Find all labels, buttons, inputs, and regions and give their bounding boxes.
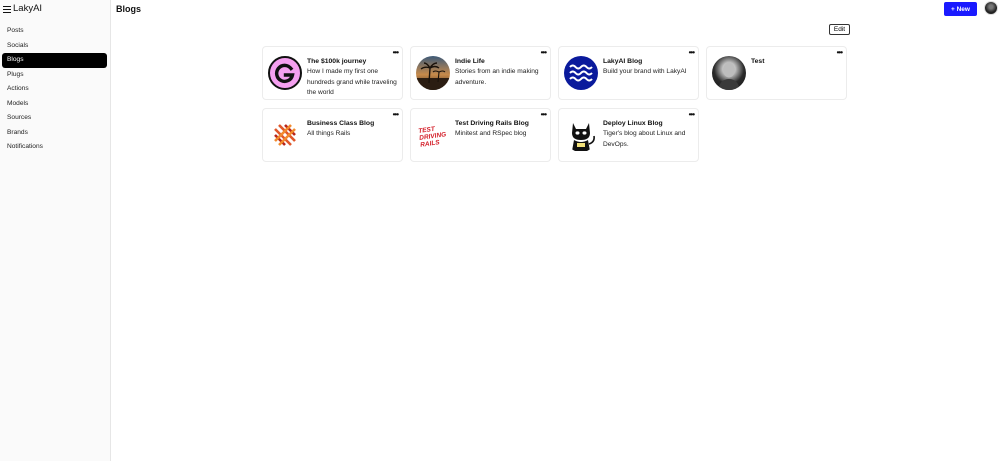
more-options-icon[interactable]: ••• [689,49,695,57]
app-name: LakyAI [13,3,43,14]
blog-title: Test Driving Rails Blog [455,120,529,127]
palm-sunset-photo-icon [416,56,450,90]
more-options-icon[interactable]: ••• [393,49,399,57]
blog-title: Deploy Linux Blog [603,120,663,127]
blog-title: The $100k journey [307,58,367,65]
sidebar-item-plugs[interactable]: Plugs [2,68,107,83]
blog-card[interactable]: Test ••• [706,46,847,100]
cat-mascot-logo-icon [564,118,598,152]
sidebar-item-models[interactable]: Models [2,97,107,112]
blog-title: LakyAI Blog [603,58,643,65]
blog-card[interactable]: TEST DRIVING RAILS Test Driving Rails Bl… [410,108,551,162]
letter-g-logo-icon [268,56,302,90]
more-options-icon[interactable]: ••• [541,111,547,119]
svg-text:RAILS: RAILS [420,139,441,149]
rails-stripes-logo-icon [268,118,302,152]
sidebar-item-blogs[interactable]: Blogs [2,53,107,68]
blog-card[interactable]: Business Class Blog All things Rails ••• [262,108,403,162]
sidebar-item-brands[interactable]: Brands [2,126,107,141]
sidebar-item-socials[interactable]: Socials [2,39,107,54]
edit-button[interactable]: Edit [829,24,850,35]
page-title: Blogs [116,4,142,14]
blog-title: Business Class Blog [307,120,375,127]
person-photo-icon [712,56,746,90]
blog-card[interactable]: Deploy Linux Blog Tiger's blog about Lin… [558,108,699,162]
blog-card[interactable]: The $100k journey How I made my first on… [262,46,403,100]
blog-card[interactable]: Indie Life Stories from an indie making … [410,46,551,100]
waves-logo-icon [564,56,598,90]
menu-icon[interactable] [3,5,11,13]
blog-description: All things Rails [307,130,351,137]
more-options-icon[interactable]: ••• [541,49,547,57]
app-brand[interactable]: LakyAI [3,3,42,15]
blog-title: Test [751,58,765,65]
blog-description: How I made my first one hundreds grand w… [307,68,397,97]
sidebar-item-posts[interactable]: Posts [2,24,107,39]
sidebar: LakyAI Posts Socials Blogs Plugs Actions… [0,0,111,461]
user-avatar[interactable] [984,1,998,15]
more-options-icon[interactable]: ••• [837,49,843,57]
sidebar-item-actions[interactable]: Actions [2,82,107,97]
blog-card[interactable]: LakyAI Blog Build your brand with LakyAI… [558,46,699,100]
sidebar-item-sources[interactable]: Sources [2,111,107,126]
blog-description: Minitest and RSpec blog [455,130,527,137]
blog-description: Stories from an indie making adventure. [455,68,539,86]
blog-title: Indie Life [455,58,485,65]
test-driving-rails-logo-icon: TEST DRIVING RAILS [416,118,450,152]
more-options-icon[interactable]: ••• [689,111,695,119]
sidebar-nav: Posts Socials Blogs Plugs Actions Models… [2,24,107,155]
new-blog-button[interactable]: + New [944,2,977,16]
blog-description: Build your brand with LakyAI [603,68,687,75]
blog-description: Tiger's blog about Linux and DevOps. [603,130,686,148]
sidebar-item-notifications[interactable]: Notifications [2,140,107,155]
more-options-icon[interactable]: ••• [393,111,399,119]
blog-grid: The $100k journey How I made my first on… [262,46,852,162]
